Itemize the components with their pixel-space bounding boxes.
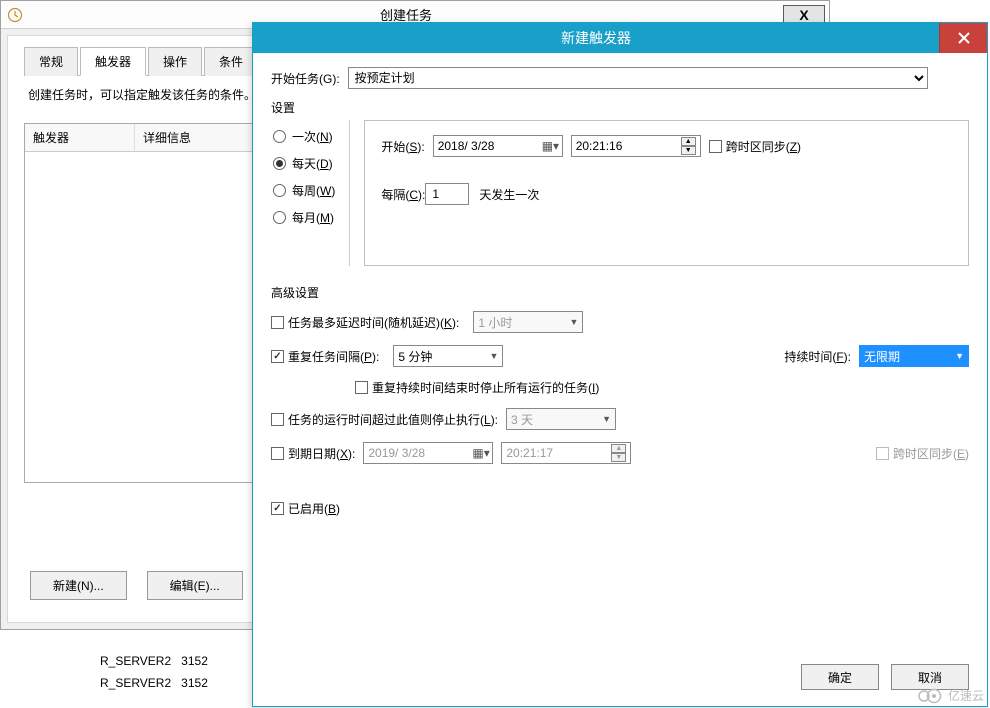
tab-triggers[interactable]: 触发器 [80, 47, 146, 76]
start-time-input[interactable]: 20:21:16 ▲▼ [571, 135, 701, 157]
enabled-checkbox[interactable]: 已启用(B) [271, 500, 340, 517]
start-date-input[interactable]: 2018/ 3/28 ▦▾ [433, 135, 563, 157]
sync-timezone-checkbox[interactable]: 跨时区同步(Z) [709, 138, 801, 155]
schedule-panel: 开始(S): 2018/ 3/28 ▦▾ 20:21:16 ▲▼ 跨时区同步(Z… [364, 120, 969, 266]
delay-select: 1 小时▼ [473, 311, 583, 333]
new-trigger-dialog: 新建触发器 开始任务(G): 按预定计划 设置 一次(N) 每天(D) 每周(W… [252, 22, 988, 707]
new-trigger-titlebar: 新建触发器 [253, 23, 987, 53]
tab-conditions[interactable]: 条件 [204, 47, 258, 76]
settings-group-label: 设置 [271, 99, 969, 116]
tab-general[interactable]: 常规 [24, 47, 78, 76]
duration-select[interactable]: 无限期▼ [859, 345, 969, 367]
time-spinner[interactable]: ▲▼ [681, 137, 696, 155]
background-process-list: R_SERVER2 3152 R_SERVER2 3152 [100, 650, 208, 694]
recur-suffix: 天发生一次 [479, 186, 539, 203]
edit-trigger-button[interactable]: 编辑(E)... [147, 571, 243, 600]
recur-label: 每隔(C): [381, 186, 425, 203]
expire-date-input: 2019/ 3/28▦▾ [363, 442, 493, 464]
expire-checkbox[interactable]: 到期日期(X): [271, 445, 355, 462]
close-button[interactable] [939, 23, 987, 53]
repeat-interval-select[interactable]: 5 分钟▼ [393, 345, 503, 367]
new-trigger-button[interactable]: 新建(N)... [30, 571, 127, 600]
start-label: 开始(S): [381, 138, 424, 155]
calendar-icon: ▦▾ [472, 446, 488, 460]
ok-button[interactable]: 确定 [801, 664, 879, 690]
stop-after-select: 3 天▼ [506, 408, 616, 430]
radio-once[interactable]: 一次(N) [273, 128, 335, 145]
radio-monthly[interactable]: 每月(M) [273, 209, 335, 226]
watermark: 亿速云 [916, 687, 984, 704]
col-trigger[interactable]: 触发器 [25, 124, 135, 151]
calendar-icon[interactable]: ▦▾ [542, 139, 558, 153]
begin-task-select[interactable]: 按预定计划 [348, 67, 928, 89]
advanced-label: 高级设置 [271, 284, 969, 301]
stop-on-repeat-end-checkbox[interactable]: 重复持续时间结束时停止所有运行的任务(I) [355, 379, 599, 396]
expire-sync-checkbox: 跨时区同步(E) [876, 445, 969, 462]
recur-days-input[interactable] [425, 183, 469, 205]
new-trigger-title: 新建触发器 [253, 28, 939, 48]
repeat-checkbox[interactable]: 重复任务间隔(P): [271, 348, 379, 365]
tab-actions[interactable]: 操作 [148, 47, 202, 76]
delay-checkbox[interactable]: 任务最多延迟时间(随机延迟)(K): [271, 314, 459, 331]
radio-daily[interactable]: 每天(D) [273, 155, 335, 172]
begin-task-label: 开始任务(G): [271, 70, 340, 87]
frequency-radios: 一次(N) 每天(D) 每周(W) 每月(M) [271, 120, 350, 266]
radio-weekly[interactable]: 每周(W) [273, 182, 335, 199]
duration-label: 持续时间(F): [784, 348, 851, 365]
time-spinner: ▲▼ [611, 444, 626, 462]
expire-time-input: 20:21:17▲▼ [501, 442, 631, 464]
stop-after-checkbox[interactable]: 任务的运行时间超过此值则停止执行(L): [271, 411, 498, 428]
clock-icon [7, 7, 23, 23]
